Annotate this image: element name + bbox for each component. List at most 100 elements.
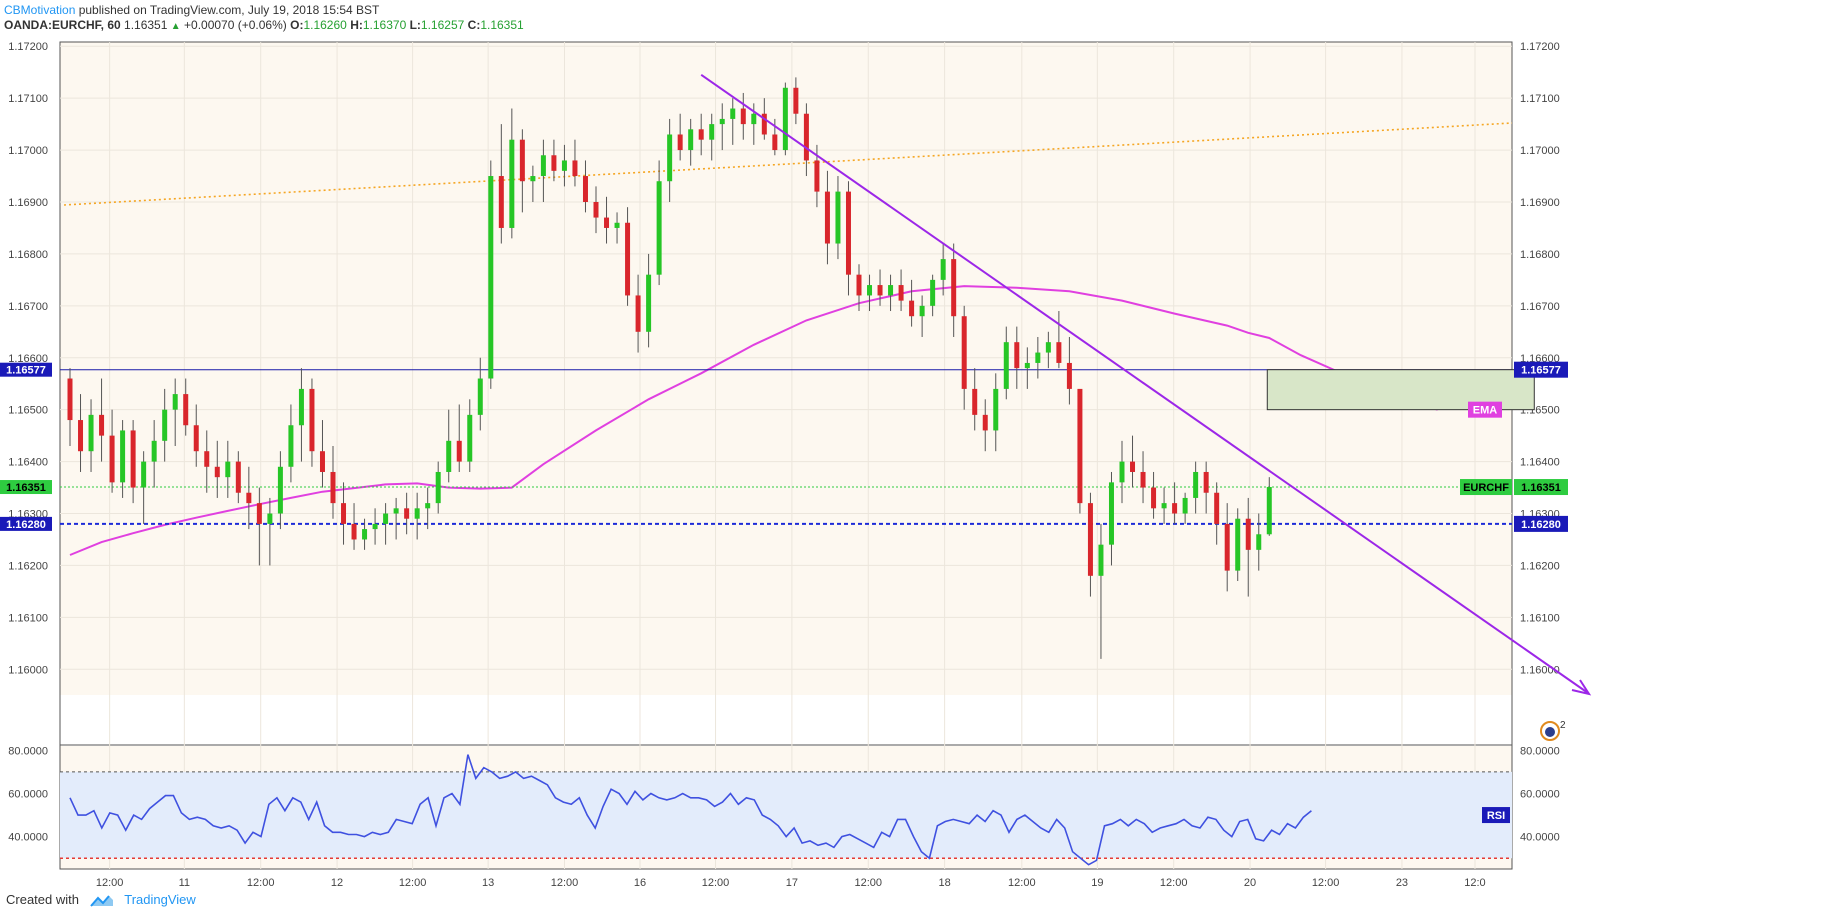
candle-body bbox=[1266, 487, 1272, 535]
candle-body bbox=[172, 394, 178, 410]
price-tick-right: 1.17100 bbox=[1520, 93, 1560, 105]
candle-body bbox=[309, 388, 315, 452]
time-tick: 12:00 bbox=[854, 877, 882, 889]
candle-body bbox=[845, 191, 851, 275]
candle-body bbox=[1214, 492, 1220, 524]
candle-body bbox=[888, 285, 894, 296]
candle-body bbox=[393, 508, 399, 514]
candle-body bbox=[298, 388, 304, 426]
candle-body bbox=[67, 378, 73, 421]
rsi-tick-right: 80.0000 bbox=[1520, 745, 1560, 757]
candle-body bbox=[614, 222, 620, 228]
candle-body bbox=[772, 134, 778, 151]
candle-body bbox=[551, 155, 557, 171]
candle-body bbox=[1045, 342, 1051, 353]
candle-body bbox=[1035, 352, 1041, 363]
candle-body bbox=[341, 503, 347, 524]
rsi-tick-left: 80.0000 bbox=[8, 745, 48, 757]
price-tick-left: 1.16800 bbox=[8, 249, 48, 261]
candle-body bbox=[351, 523, 357, 540]
candle-body bbox=[1193, 471, 1199, 498]
candle-body bbox=[530, 176, 536, 182]
level-bottom-label-right: 1.16280 bbox=[1521, 519, 1561, 531]
symbol-tag: EURCHF bbox=[1463, 482, 1509, 494]
candle-body bbox=[1224, 523, 1230, 571]
candle-body bbox=[982, 414, 988, 431]
rsi-tick-right: 40.0000 bbox=[1520, 832, 1560, 844]
candle-body bbox=[993, 388, 999, 431]
time-tick: 16 bbox=[634, 877, 646, 889]
candle-body bbox=[78, 420, 84, 452]
candle-body bbox=[1140, 471, 1146, 488]
price-tick-left: 1.16500 bbox=[8, 405, 48, 417]
candle-body bbox=[709, 124, 715, 140]
price-tick-right: 1.16700 bbox=[1520, 301, 1560, 313]
candle-body bbox=[582, 176, 588, 202]
candle-body bbox=[488, 176, 494, 379]
candle-body bbox=[656, 181, 662, 275]
candle-body bbox=[509, 139, 515, 228]
time-tick: 12:00 bbox=[1312, 877, 1340, 889]
candle-body bbox=[88, 414, 94, 452]
price-tick-right: 1.16400 bbox=[1520, 457, 1560, 469]
candle-body bbox=[288, 425, 294, 467]
candle-body bbox=[782, 87, 788, 151]
price-tick-left: 1.16400 bbox=[8, 457, 48, 469]
price-tick-left: 1.17100 bbox=[8, 93, 48, 105]
candle-body bbox=[1108, 482, 1114, 545]
candle-body bbox=[435, 471, 441, 504]
rsi-tick-left: 60.0000 bbox=[8, 788, 48, 800]
candle-body bbox=[940, 259, 946, 280]
rsi-band bbox=[60, 771, 1512, 859]
candle-body bbox=[719, 118, 725, 125]
candle-body bbox=[330, 471, 336, 504]
candle-body bbox=[267, 513, 273, 524]
candle-body bbox=[961, 316, 967, 389]
time-tick: 12:0 bbox=[1464, 877, 1485, 889]
candle-body bbox=[204, 451, 210, 467]
candle-body bbox=[740, 108, 746, 125]
candle-body bbox=[856, 274, 862, 296]
candle-body bbox=[698, 129, 704, 140]
candle-body bbox=[751, 113, 757, 125]
candle-body bbox=[277, 466, 283, 514]
candle-body bbox=[803, 113, 809, 161]
candle-body bbox=[467, 414, 473, 462]
candle-body bbox=[646, 274, 652, 332]
candle-body bbox=[498, 176, 504, 228]
candle-body bbox=[688, 129, 694, 151]
candle-body bbox=[130, 430, 136, 488]
price-tick-left: 1.16700 bbox=[8, 301, 48, 313]
candle-body bbox=[1003, 342, 1009, 389]
candle-body bbox=[404, 508, 410, 519]
candle-body bbox=[635, 295, 641, 332]
candle-body bbox=[1256, 534, 1262, 550]
candle-body bbox=[162, 409, 168, 441]
candle-body bbox=[951, 259, 957, 317]
rsi-tick-left: 40.0000 bbox=[8, 832, 48, 844]
chart-svg[interactable]: 1.17200 1.17200 1.17100 1.17100 1.17000 1.170… bbox=[0, 0, 1828, 919]
candle bbox=[782, 82, 788, 156]
candle bbox=[1235, 508, 1241, 582]
candle-body bbox=[425, 503, 431, 509]
candle-body bbox=[456, 440, 462, 462]
price-tick-left: 1.17200 bbox=[8, 41, 48, 53]
tradingview-link[interactable]: TradingView bbox=[124, 892, 196, 907]
price-tick-right: 1.16100 bbox=[1520, 612, 1560, 624]
candle bbox=[1077, 388, 1083, 514]
event-badge-count: 2 bbox=[1560, 720, 1566, 731]
candle-body bbox=[225, 461, 231, 478]
candle-body bbox=[572, 160, 578, 177]
candle-body bbox=[1151, 487, 1157, 509]
candle-body bbox=[1130, 461, 1136, 472]
candle-body bbox=[1066, 362, 1072, 389]
price-tick-left: 1.17000 bbox=[8, 145, 48, 157]
time-tick: 19 bbox=[1091, 877, 1103, 889]
candle-body bbox=[604, 217, 610, 228]
time-tick: 17 bbox=[786, 877, 798, 889]
time-tick: 12:00 bbox=[399, 877, 427, 889]
candle-body bbox=[519, 139, 525, 182]
candle-body bbox=[561, 160, 567, 171]
candle-body bbox=[235, 461, 241, 493]
time-tick: 12:00 bbox=[702, 877, 730, 889]
